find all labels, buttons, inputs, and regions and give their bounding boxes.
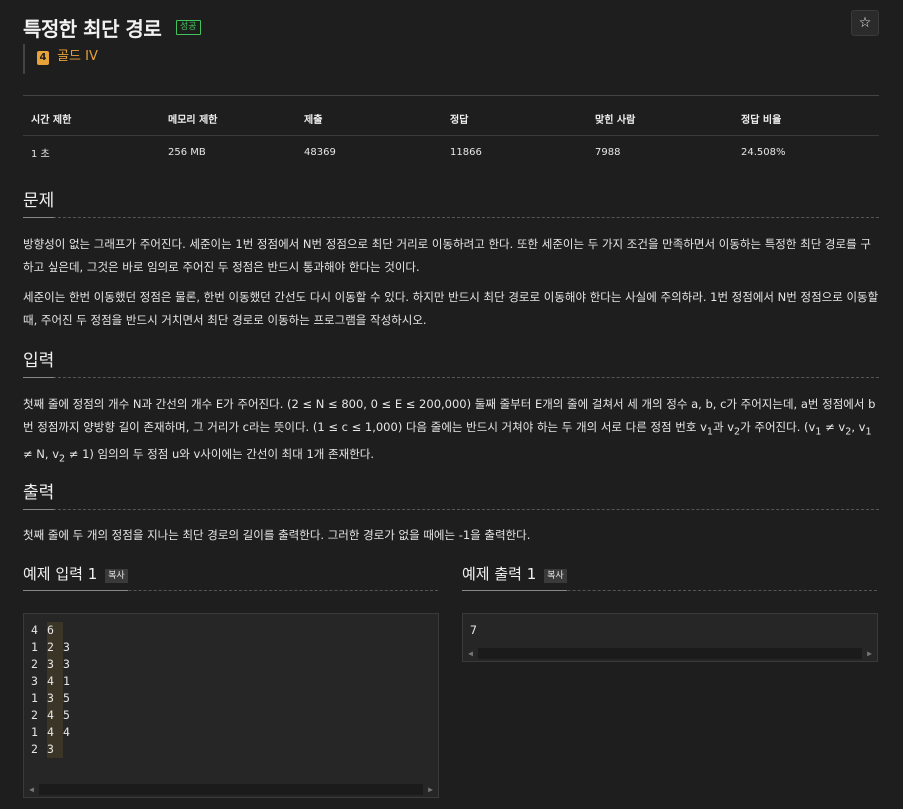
value-submissions[interactable]: 48369 (296, 135, 442, 161)
output-section-header: 출력 (23, 478, 879, 510)
value-ratio: 24.508% (741, 146, 786, 158)
value-memory-limit: 256 MB (168, 146, 206, 158)
tier-label[interactable]: 골드 IV (57, 49, 98, 64)
output-section-title: 출력 (23, 478, 55, 510)
value-time-limit: 1 초 (31, 148, 50, 160)
tier-info: 4 골드 IV (23, 44, 98, 74)
scroll-right-icon[interactable]: ▶ (862, 646, 877, 661)
code-token: 2 (47, 639, 63, 656)
sample-input-title-text: 예제 입력 1 (23, 565, 98, 583)
code-token: 1 (31, 640, 38, 654)
input-text: 과 v (713, 420, 735, 434)
code-line: 144 (31, 724, 438, 741)
code-token: 3 (63, 640, 70, 654)
code-token: 4 (47, 724, 63, 741)
star-icon[interactable]: ☆ (851, 10, 879, 36)
code-token: 4 (47, 673, 63, 690)
problem-description-1: 방향성이 없는 그래프가 주어진다. 세준이는 1번 정점에서 N번 정점으로 … (23, 237, 871, 274)
problem-header: 특정한 최단 경로 성공 ☆ (23, 10, 879, 46)
code-token: 1 (63, 674, 70, 688)
header-memory-limit: 메모리 제한 (160, 111, 296, 136)
code-token: 1 (31, 725, 38, 739)
scroll-track[interactable] (39, 784, 423, 795)
code-token: 6 (47, 622, 63, 639)
sample-input-title: 예제 입력 1 복사 (23, 563, 128, 591)
code-token: 4 (31, 623, 38, 637)
problem-description-2: 세준이는 한번 이동했던 정점은 물론, 한번 이동했던 간선도 다시 이동할 … (23, 290, 879, 327)
sample-input-header: 예제 입력 1 복사 (23, 563, 438, 591)
input-text: ≠ 1) 임의의 두 정점 u와 v사이에는 간선이 최대 1개 존재한다. (65, 447, 375, 462)
table-header-row: 시간 제한 메모리 제한 제출 정답 맞힌 사람 정답 비율 (23, 111, 879, 136)
header-ratio: 정답 비율 (733, 111, 879, 136)
code-token: 3 (47, 741, 63, 758)
code-line: 233 (31, 656, 438, 673)
sample-output-lines: 7 (463, 614, 877, 639)
sample-input-lines: 4612323334113524514423 (24, 614, 438, 758)
input-section-title: 입력 (23, 346, 55, 378)
sample-output-header: 예제 출력 1 복사 (462, 563, 877, 591)
value-accepted[interactable]: 11866 (442, 135, 587, 161)
copy-button[interactable]: 복사 (105, 569, 128, 583)
scroll-track[interactable] (478, 648, 862, 659)
code-token: 7 (470, 623, 477, 637)
output-description: 첫째 줄에 두 개의 정점을 지나는 최단 경로의 길이를 출력한다. 그러한 … (23, 528, 531, 542)
code-token: 2 (31, 708, 38, 722)
sample-output-title: 예제 출력 1 복사 (462, 563, 567, 591)
code-token: 4 (63, 725, 70, 739)
table-row: 1 초 256 MB 48369 11866 7988 24.508% (23, 135, 879, 161)
code-line: 341 (31, 673, 438, 690)
horizontal-scrollbar[interactable]: ◀ ▶ (463, 646, 877, 661)
code-token: 3 (63, 657, 70, 671)
code-token: 3 (47, 656, 63, 673)
input-section-header: 입력 (23, 346, 879, 378)
problem-title: 특정한 최단 경로 (23, 17, 162, 41)
sample-output-box[interactable]: 7 ◀ ▶ (462, 613, 878, 662)
code-token: 5 (63, 708, 70, 722)
code-token: 3 (31, 674, 38, 688)
section-divider (23, 217, 879, 218)
horizontal-scrollbar[interactable]: ◀ ▶ (24, 782, 438, 797)
input-text: ≠ N, v (23, 447, 60, 462)
section-divider (23, 509, 879, 510)
code-token: 5 (63, 691, 70, 705)
sample-input-box[interactable]: 4612323334113524514423 ◀ ▶ (23, 613, 439, 798)
code-token: 4 (47, 707, 63, 724)
code-line: 123 (31, 639, 438, 656)
value-solvers[interactable]: 7988 (587, 135, 733, 161)
result-badge: 성공 (176, 20, 201, 35)
scroll-right-icon[interactable]: ▶ (423, 782, 438, 797)
code-line: 23 (31, 741, 438, 758)
section-divider (23, 377, 879, 378)
code-token: 3 (47, 690, 63, 707)
header-divider (23, 95, 879, 96)
input-text: 가 주어진다. (v (740, 420, 816, 434)
code-token: 1 (31, 691, 38, 705)
problem-section-header: 문제 (23, 186, 879, 218)
code-line: 245 (31, 707, 438, 724)
tier-icon: 4 (37, 51, 49, 65)
subscript: 1 (865, 426, 872, 438)
code-line: 135 (31, 690, 438, 707)
code-line: 7 (470, 622, 877, 639)
copy-button[interactable]: 복사 (544, 569, 567, 583)
problem-info-table: 시간 제한 메모리 제한 제출 정답 맞힌 사람 정답 비율 1 초 256 M… (23, 111, 879, 161)
header-time-limit: 시간 제한 (23, 111, 160, 136)
code-token: 2 (31, 742, 38, 756)
header-solvers: 맞힌 사람 (587, 111, 733, 136)
scroll-left-icon[interactable]: ◀ (24, 782, 39, 797)
scroll-left-icon[interactable]: ◀ (463, 646, 478, 661)
header-accepted: 정답 (442, 111, 587, 136)
input-text: ≠ v (821, 420, 846, 434)
code-token: 2 (31, 657, 38, 671)
code-line: 46 (31, 622, 438, 639)
input-text: , v (851, 420, 866, 434)
header-submissions: 제출 (296, 111, 442, 136)
sample-output-title-text: 예제 출력 1 (462, 565, 537, 583)
input-description: 첫째 줄에 정점의 개수 N과 간선의 개수 E가 주어진다. (2 ≤ N ≤… (23, 393, 879, 471)
problem-section-title: 문제 (23, 186, 55, 218)
